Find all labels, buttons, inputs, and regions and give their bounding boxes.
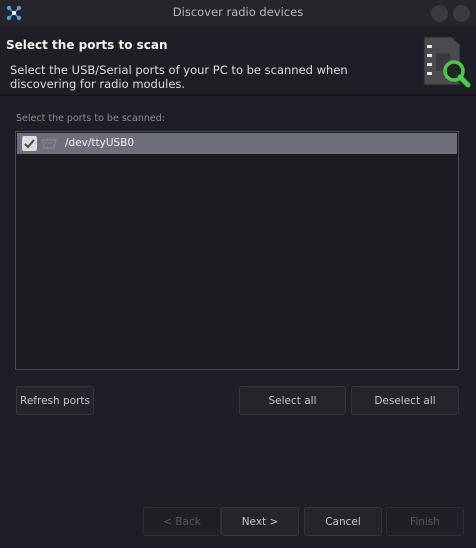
finish-button[interactable]: Finish <box>386 507 464 536</box>
close-button[interactable] <box>453 5 470 22</box>
wizard-header: Select the ports to scan Select the USB/… <box>0 26 476 96</box>
port-name: /dev/ttyUSB0 <box>65 137 135 149</box>
serial-port-icon <box>41 139 57 149</box>
ports-list-label: Select the ports to be scanned: <box>16 113 165 124</box>
back-button[interactable]: < Back <box>143 507 221 536</box>
port-checkbox[interactable] <box>22 136 37 151</box>
minimize-button[interactable] <box>431 5 448 22</box>
next-button[interactable]: Next > <box>221 507 299 536</box>
window-title: Discover radio devices <box>172 5 304 19</box>
deselect-all-button[interactable]: Deselect all <box>351 386 459 415</box>
select-all-button[interactable]: Select all <box>239 386 346 415</box>
ports-list[interactable]: /dev/ttyUSB0 <box>15 131 459 370</box>
refresh-ports-button[interactable]: Refresh ports <box>16 386 94 415</box>
checkmark-icon <box>24 139 35 149</box>
page-title: Select the ports to scan <box>6 38 168 52</box>
title-bar: Discover radio devices <box>0 0 476 26</box>
page-description: Select the USB/Serial ports of your PC t… <box>10 63 348 91</box>
cancel-button[interactable]: Cancel <box>304 507 382 536</box>
port-row[interactable]: /dev/ttyUSB0 <box>17 133 457 154</box>
device-search-icon <box>423 36 471 88</box>
